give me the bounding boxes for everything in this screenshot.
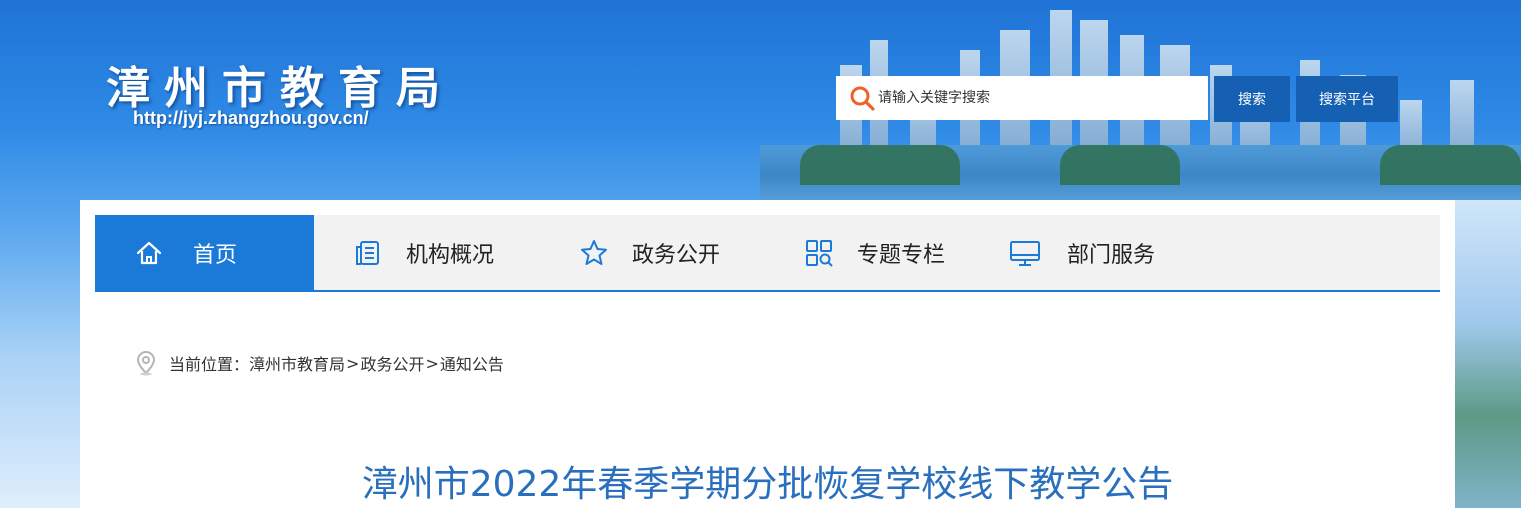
- site-url: http://jyj.zhangzhou.gov.cn/: [133, 108, 369, 128]
- nav-item-organization[interactable]: 机构概况: [314, 215, 540, 290]
- nav-item-public-affairs[interactable]: 政务公开: [540, 215, 765, 290]
- breadcrumb-prefix: 当前位置：: [169, 355, 250, 374]
- article-title: 漳州市2022年春季学期分批恢复学校线下教学公告: [361, 464, 1174, 505]
- search-box[interactable]: [836, 76, 1208, 120]
- search-button[interactable]: 搜索: [1214, 76, 1290, 122]
- nav-item-label: 部门服务: [1067, 242, 1156, 268]
- nav-item-label: 专题专栏: [857, 242, 946, 268]
- breadcrumb-link-public-affairs[interactable]: 政务公开: [360, 351, 424, 375]
- star-icon: [578, 237, 610, 269]
- nav-item-label: 机构概况: [406, 242, 495, 268]
- breadcrumb-separator: >: [425, 353, 439, 373]
- main-nav: 首页 机构概况 政务公开 专题专栏 部门服务: [95, 215, 1440, 292]
- nav-item-label: 首页: [193, 242, 238, 268]
- site-title: 漳州市教育局: [106, 63, 454, 114]
- search-icon: [848, 84, 876, 112]
- search-platform-button[interactable]: 搜索平台: [1296, 76, 1398, 122]
- grid-search-icon: [803, 237, 835, 269]
- home-icon: [133, 237, 165, 269]
- main-panel: 首页 机构概况 政务公开 专题专栏 部门服务 当前位置： 漳州市教育局 > 政务…: [80, 200, 1455, 508]
- search-input[interactable]: [876, 76, 1208, 120]
- document-icon: [352, 237, 384, 269]
- nav-item-department-services[interactable]: 部门服务: [983, 215, 1223, 290]
- breadcrumb-link-notices[interactable]: 通知公告: [440, 351, 504, 375]
- monitor-icon: [1009, 237, 1041, 269]
- location-pin-icon: [135, 350, 157, 376]
- nav-item-label: 政务公开: [632, 242, 721, 268]
- breadcrumb-separator: >: [346, 353, 360, 373]
- breadcrumb: 当前位置： 漳州市教育局 > 政务公开 > 通知公告: [135, 350, 504, 376]
- nav-item-home[interactable]: 首页: [95, 215, 314, 290]
- nav-item-special-topics[interactable]: 专题专栏: [765, 215, 983, 290]
- breadcrumb-link-bureau[interactable]: 漳州市教育局: [249, 351, 345, 375]
